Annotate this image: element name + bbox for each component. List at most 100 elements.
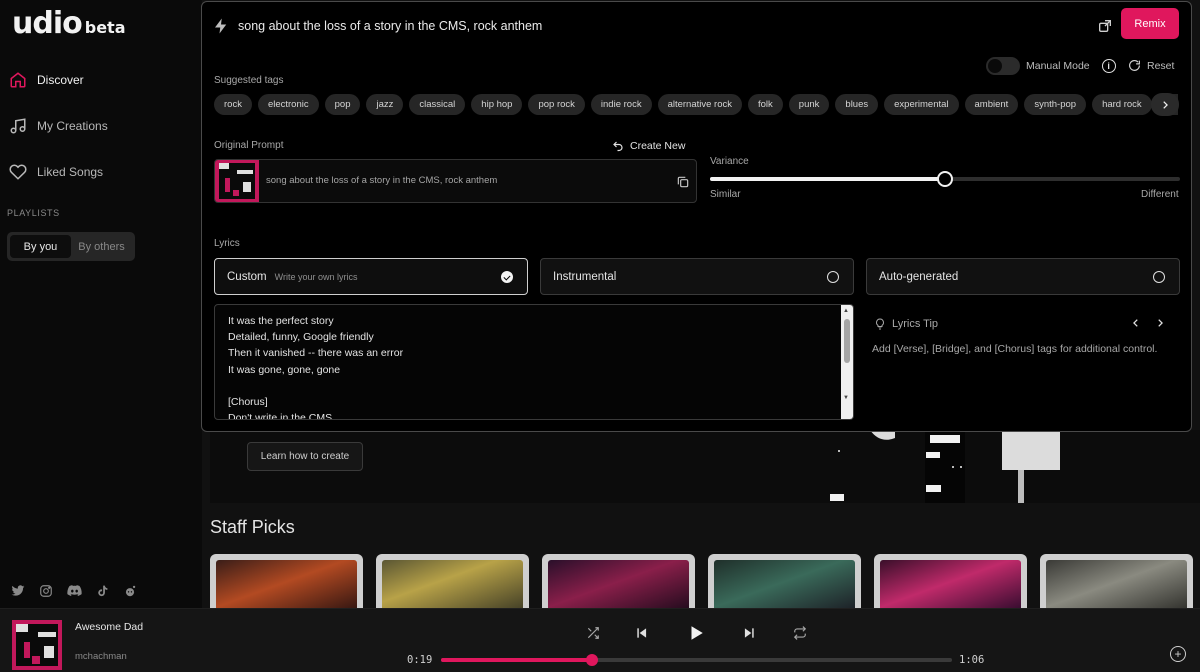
lyrics-option-instrumental[interactable]: Instrumental bbox=[540, 258, 854, 295]
tag-chip[interactable]: punk bbox=[788, 94, 830, 115]
reset-button[interactable]: Reset bbox=[1128, 59, 1174, 72]
progress-fill bbox=[441, 658, 592, 662]
tip-next-button[interactable] bbox=[1152, 315, 1168, 331]
tag-chip[interactable]: indie rock bbox=[590, 94, 652, 115]
tag-chip[interactable]: classical bbox=[409, 94, 466, 115]
staff-pick-card[interactable] bbox=[708, 554, 861, 614]
tag-chip[interactable]: blues bbox=[835, 94, 879, 115]
total-time: 1:06 bbox=[959, 654, 985, 666]
create-new-button[interactable]: Create New bbox=[612, 140, 685, 152]
scroll-down-icon[interactable]: ▼ bbox=[843, 395, 849, 401]
playback-progress-bar[interactable] bbox=[441, 654, 952, 666]
lyrics-line: It was gone, gone, gone bbox=[228, 363, 341, 376]
radio-icon bbox=[827, 271, 839, 283]
refresh-icon bbox=[1129, 60, 1140, 71]
radio-icon bbox=[1153, 271, 1165, 283]
tag-chip[interactable]: folk bbox=[748, 94, 783, 115]
staff-pick-card[interactable] bbox=[210, 554, 363, 614]
lyrics-scrollbar[interactable]: ▲ ▼ bbox=[841, 305, 853, 419]
now-playing-title[interactable]: Awesome Dad bbox=[75, 621, 143, 633]
tags-scroll-right-button[interactable] bbox=[1151, 93, 1179, 116]
previous-button[interactable] bbox=[632, 623, 652, 643]
reddit-icon[interactable] bbox=[121, 582, 139, 600]
twitter-icon[interactable] bbox=[9, 582, 27, 600]
current-time: 0:19 bbox=[407, 654, 433, 666]
variance-max-label: Different bbox=[1141, 189, 1179, 200]
suggested-tags-list: rock electronic pop jazz classical hip h… bbox=[214, 94, 1178, 115]
now-playing-artist[interactable]: mchachman bbox=[75, 651, 127, 662]
lyrics-label: Lyrics bbox=[214, 238, 240, 249]
tip-prev-button[interactable] bbox=[1128, 315, 1144, 331]
prompt-input[interactable]: song about the loss of a story in the CM… bbox=[238, 19, 542, 33]
prompt-row: song about the loss of a story in the CM… bbox=[212, 12, 1181, 40]
tag-chip[interactable]: rock bbox=[214, 94, 252, 115]
lyrics-textarea[interactable]: It was the perfect story Detailed, funny… bbox=[214, 304, 854, 420]
repeat-icon bbox=[793, 626, 807, 640]
logo-text: udio bbox=[12, 6, 83, 41]
heart-icon bbox=[9, 164, 27, 180]
tab-by-you[interactable]: By you bbox=[10, 235, 71, 258]
sidebar-item-label: My Creations bbox=[37, 119, 108, 133]
lyrics-line: It was the perfect story bbox=[228, 315, 334, 327]
staff-pick-card[interactable] bbox=[376, 554, 529, 614]
sidebar: udio beta Discover My Creations Liked So… bbox=[0, 0, 202, 608]
tag-chip[interactable]: electronic bbox=[257, 94, 319, 115]
shuffle-icon bbox=[587, 627, 599, 639]
share-icon[interactable] bbox=[1097, 18, 1113, 34]
variance-slider-handle[interactable] bbox=[937, 171, 953, 187]
tag-chip[interactable]: pop rock bbox=[528, 94, 585, 115]
copy-icon[interactable] bbox=[676, 175, 690, 189]
tag-chip[interactable]: hip hop bbox=[471, 94, 523, 115]
learn-how-to-create-button[interactable]: Learn how to create bbox=[247, 442, 363, 471]
playlists-heading: PLAYLISTS bbox=[7, 208, 60, 218]
repeat-button[interactable] bbox=[790, 623, 810, 643]
sidebar-item-liked-songs[interactable]: Liked Songs bbox=[7, 155, 195, 189]
lyrics-option-custom[interactable]: Custom Write your own lyrics bbox=[214, 258, 528, 295]
lightbulb-icon bbox=[876, 318, 884, 330]
lyrics-tip-title: Lyrics Tip bbox=[892, 318, 939, 330]
undo-icon bbox=[613, 141, 623, 152]
info-icon[interactable]: i bbox=[1101, 59, 1116, 73]
tiktok-icon[interactable] bbox=[93, 582, 111, 600]
tag-chip[interactable]: hard rock bbox=[1092, 94, 1152, 115]
tag-chip[interactable]: pop bbox=[324, 94, 361, 115]
sidebar-item-discover[interactable]: Discover bbox=[7, 63, 195, 97]
tag-chip[interactable]: synth-pop bbox=[1024, 94, 1087, 115]
lightning-icon bbox=[215, 18, 227, 34]
lyrics-option-sub: Write your own lyrics bbox=[274, 271, 358, 282]
sidebar-item-label: Discover bbox=[37, 73, 84, 87]
lyrics-line: [Chorus] bbox=[228, 395, 268, 408]
lyrics-option-auto-generated[interactable]: Auto-generated bbox=[866, 258, 1180, 295]
radio-checked-icon bbox=[501, 271, 513, 283]
shuffle-button[interactable] bbox=[583, 623, 603, 643]
now-playing-artwork[interactable] bbox=[12, 620, 62, 670]
original-prompt-box: song about the loss of a story in the CM… bbox=[214, 159, 697, 203]
tab-by-others[interactable]: By others bbox=[71, 235, 132, 258]
progress-handle[interactable] bbox=[585, 654, 598, 666]
instagram-icon[interactable] bbox=[37, 582, 55, 600]
staff-pick-card[interactable] bbox=[1040, 554, 1193, 614]
add-to-playlist-button[interactable]: + bbox=[1170, 646, 1186, 662]
udio-logo[interactable]: udio beta bbox=[12, 6, 125, 41]
original-prompt-text: song about the loss of a story in the CM… bbox=[266, 175, 498, 186]
variance-slider[interactable] bbox=[710, 171, 1180, 187]
sidebar-item-my-creations[interactable]: My Creations bbox=[7, 109, 195, 143]
chevron-left-icon bbox=[1133, 319, 1138, 327]
manual-mode-toggle[interactable] bbox=[986, 57, 1020, 75]
sidebar-item-label: Liked Songs bbox=[37, 165, 104, 179]
discord-icon[interactable] bbox=[65, 582, 83, 600]
next-button[interactable] bbox=[739, 623, 759, 643]
staff-picks-heading: Staff Picks bbox=[210, 517, 295, 537]
scroll-up-icon[interactable]: ▲ bbox=[843, 308, 849, 314]
scrollbar-thumb[interactable] bbox=[844, 319, 850, 363]
remix-button[interactable]: Remix bbox=[1121, 8, 1179, 39]
tag-chip[interactable]: alternative rock bbox=[657, 94, 742, 115]
tag-chip[interactable]: jazz bbox=[366, 94, 404, 115]
variance-slider-fill bbox=[710, 177, 945, 181]
staff-pick-card[interactable] bbox=[874, 554, 1027, 614]
tag-chip[interactable]: experimental bbox=[884, 94, 959, 115]
playlist-tabs: By you By others bbox=[7, 232, 135, 261]
tag-chip[interactable]: ambient bbox=[964, 94, 1019, 115]
play-button[interactable] bbox=[684, 621, 708, 645]
staff-pick-card[interactable] bbox=[542, 554, 695, 614]
